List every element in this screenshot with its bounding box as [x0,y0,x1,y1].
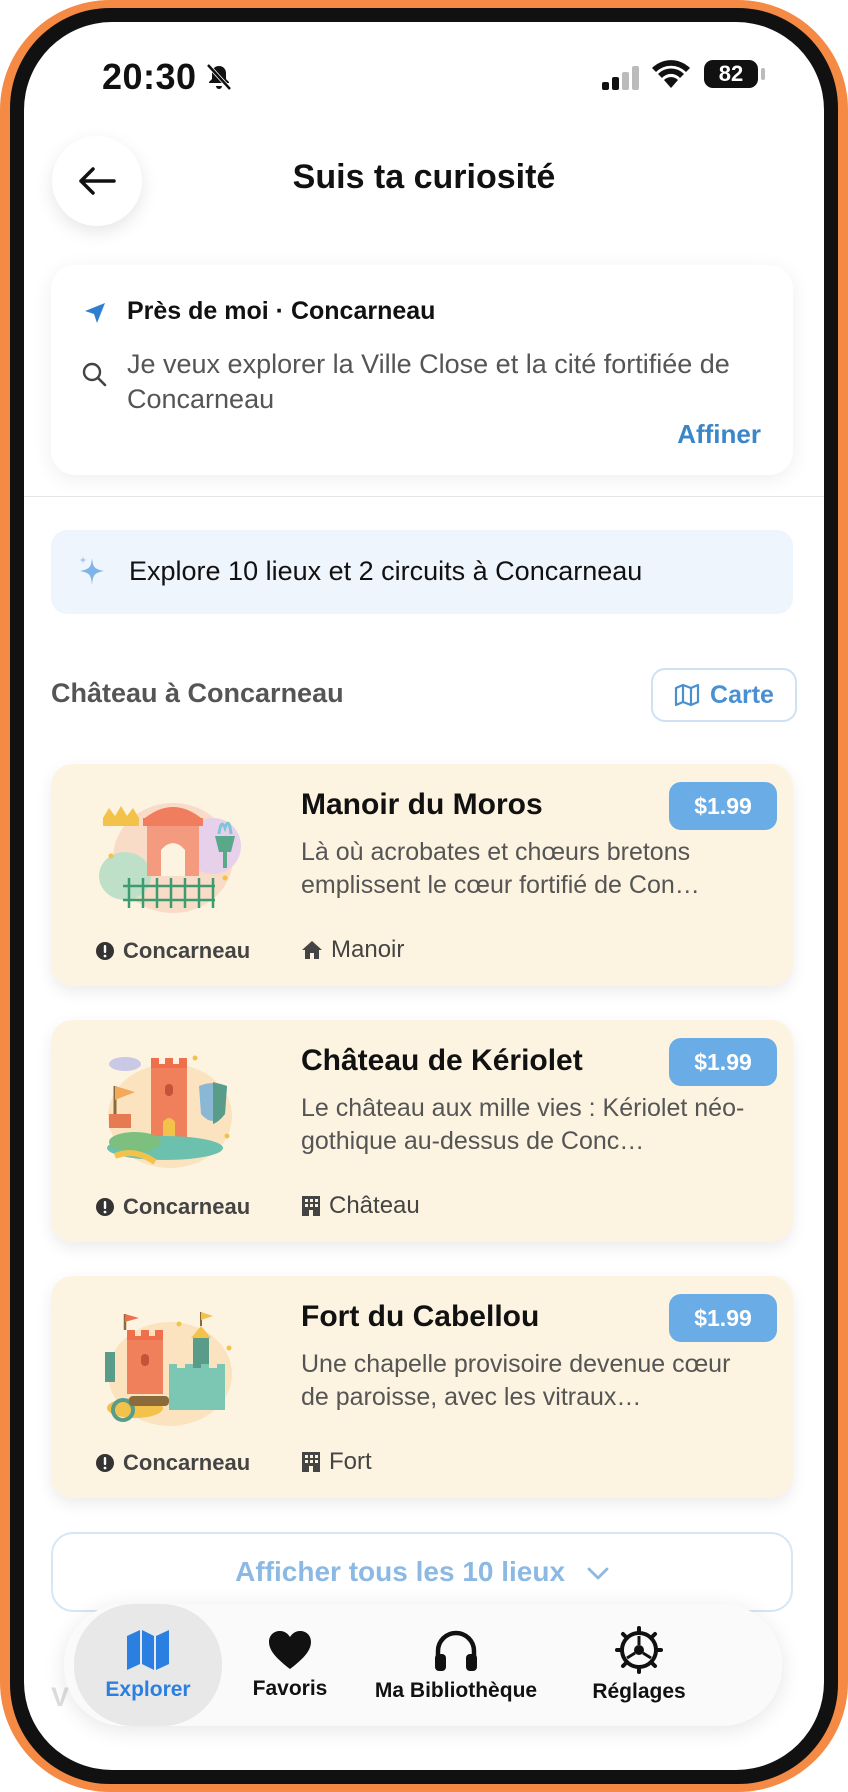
wifi-icon [652,60,690,88]
sparkle-icon [79,556,104,585]
show-all-button[interactable]: Afficher tous les 10 lieux [51,1532,793,1612]
house-icon [302,941,322,959]
map-button-label: Carte [710,680,774,709]
card-description: Le château aux mille vies : Kériolet néo… [301,1094,745,1155]
card-description: Là où acrobates et chœurs bretons emplis… [301,838,700,899]
location-arrow-icon [85,303,105,323]
search-icon [82,362,107,387]
battery-indicator: 82 [704,60,758,88]
castle-illustration [107,1055,232,1168]
card-category-label: Château [329,1192,420,1219]
card-title: Château de Kériolet [301,1044,583,1077]
status-bar: 20:30 82 [24,22,824,132]
price-badge[interactable]: $1.99 [669,1294,777,1342]
card-city-label: Concarneau [123,1450,251,1475]
search-query[interactable]: Je veux explorer la Ville Close et la ci… [127,347,767,417]
map-icon [127,1630,169,1670]
card-city-label: Concarneau [123,1194,251,1219]
battery-cap [761,68,765,80]
device-bezel: 20:30 82 Suis ta curiosité Près de moi ·… [10,8,838,1784]
tab-label: Explorer [105,1678,191,1701]
card-category-label: Fort [329,1448,372,1475]
page-title: Suis ta curiosité [292,158,556,196]
card-description: Une chapelle provisoire devenue cœur de … [301,1350,731,1411]
price-badge[interactable]: $1.99 [669,782,777,830]
card-category: Fort [301,1448,372,1476]
info-circle-icon [96,942,114,960]
card-title: Manoir du Moros [301,788,543,821]
price-badge[interactable]: $1.99 [669,1038,777,1086]
manor-illustration [99,803,241,913]
place-card[interactable]: Concarneau Fort du Cabellou $1.99 Une ch… [51,1276,793,1498]
refine-button[interactable]: Affiner [677,419,761,450]
info-circle-icon [96,1454,114,1472]
cellular-signal-icon [602,66,639,90]
tab-bibliotheque[interactable]: Ma Bibliothèque [356,1604,556,1726]
building-icon [302,1452,320,1472]
card-city: Concarneau [95,1194,250,1220]
divider [24,496,824,497]
gear-icon [615,1626,663,1674]
show-all-label: Afficher tous les 10 lieux [235,1556,566,1587]
silent-bell-icon [206,63,232,91]
card-category: Château [301,1192,420,1220]
fort-illustration [105,1312,232,1426]
screen: 20:30 82 Suis ta curiosité Près de moi ·… [24,22,824,1770]
card-city-label: Concarneau [123,938,251,963]
card-category: Manoir [301,936,404,964]
device-frame: 20:30 82 Suis ta curiosité Près de moi ·… [0,0,848,1792]
card-city: Concarneau [95,1450,250,1476]
next-section-title: V [51,1682,70,1712]
tab-label: Favoris [252,1677,328,1700]
chevron-down-icon [587,1567,609,1580]
tab-label: Réglages [592,1680,686,1703]
location-label: Près de moi · Concarneau [127,297,436,325]
headphones-icon [435,1630,477,1671]
place-card[interactable]: Concarneau Château de Kériolet $1.99 Le … [51,1020,793,1242]
status-time: 20:30 [102,56,197,97]
info-circle-icon [96,1198,114,1216]
building-icon [302,1196,320,1216]
card-category-label: Manoir [331,936,405,963]
tab-bar: Explorer Favoris Ma Bibliothèque Réglage… [64,1604,782,1726]
heart-icon [269,1631,311,1669]
tab-reglages[interactable]: Réglages [564,1604,714,1726]
info-banner: Explore 10 lieux et 2 circuits à Concarn… [51,530,793,614]
search-card[interactable]: Près de moi · Concarneau Je veux explore… [51,265,793,475]
section-title: Château à Concarneau [51,678,344,708]
tab-label: Ma Bibliothèque [374,1679,538,1702]
map-button[interactable]: Carte [651,668,797,722]
tab-favoris[interactable]: Favoris [230,1604,350,1726]
card-city: Concarneau [95,938,250,964]
map-icon [674,683,700,707]
place-card[interactable]: Concarneau Manoir du Moros $1.99 Là où a… [51,764,793,986]
info-banner-text: Explore 10 lieux et 2 circuits à Concarn… [129,556,643,586]
tab-explorer[interactable]: Explorer [74,1604,222,1726]
card-title: Fort du Cabellou [301,1300,540,1333]
